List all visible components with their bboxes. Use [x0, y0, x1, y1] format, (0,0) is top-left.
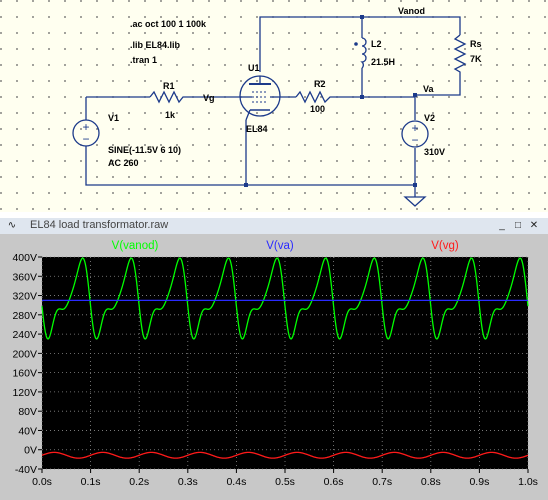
y-tick-label: 80V [18, 406, 37, 418]
legend-entry-vvanod[interactable]: V(vanod) [112, 240, 159, 252]
u1-name[interactable]: U1 [248, 63, 260, 73]
directive-tran[interactable]: .tran 1 [130, 55, 157, 65]
x-tick-label: 0.4s [226, 476, 246, 488]
rs-name[interactable]: Rs [470, 39, 482, 49]
l2-value[interactable]: 21.5H [371, 57, 395, 67]
y-tick-label: 400V [12, 252, 37, 264]
waveform-app-icon: ∿ [7, 220, 17, 231]
legend-entry-vvg[interactable]: V(vg) [431, 240, 459, 252]
directive-ac[interactable]: .ac oct 100 1 100k [130, 19, 207, 29]
x-tick-label: 0.7s [372, 476, 392, 488]
schematic-editor[interactable]: .ac oct 100 1 100k .lib EL84.lib .tran 1… [0, 0, 548, 212]
x-tick-label: 0.0s [32, 476, 52, 488]
x-tick-label: 0.9s [469, 476, 489, 488]
y-tick-label: 360V [12, 271, 37, 283]
rs-value[interactable]: 7K [470, 54, 482, 64]
v1-name[interactable]: V1 [108, 113, 119, 123]
legend-entry-vva[interactable]: V(va) [266, 240, 294, 252]
y-tick-label: 320V [12, 291, 37, 303]
waveform-window-title: EL84 load transformator.raw [30, 219, 169, 231]
net-label-vg[interactable]: Vg [203, 93, 215, 103]
r1-value[interactable]: 1k [165, 110, 176, 120]
waveform-plot[interactable]: 400V 360V 320V 280V 240V 200V 160V 120V 80V 40V 0V… [0, 234, 548, 500]
net-label-va[interactable]: Va [423, 84, 435, 94]
v2-value[interactable]: 310V [424, 147, 445, 157]
u1-model[interactable]: EL84 [246, 124, 268, 134]
v1-value-line1[interactable]: SINE(-11.5V 6 10) [108, 145, 181, 155]
r2-value[interactable]: 100 [310, 104, 325, 114]
y-tick-label: 280V [12, 310, 37, 322]
y-tick-label: 0V [24, 445, 37, 457]
x-tick-label: 0.3s [178, 476, 198, 488]
y-tick-label: -40V [15, 464, 37, 476]
x-tick-label: 1.0s [518, 476, 538, 488]
x-tick-label: 0.8s [421, 476, 441, 488]
net-label-vanod[interactable]: Vanod [398, 6, 425, 16]
maximize-button[interactable]: □ [512, 220, 524, 231]
directive-lib[interactable]: .lib EL84.lib [130, 40, 181, 50]
y-tick-label: 200V [12, 348, 37, 360]
svg-text:−: − [82, 132, 89, 146]
x-tick-label: 0.1s [81, 476, 101, 488]
v1-value-line2[interactable]: AC 260 [108, 158, 139, 168]
r2-name[interactable]: R2 [314, 79, 326, 89]
svg-text:−: − [411, 133, 418, 147]
x-tick-label: 0.2s [129, 476, 149, 488]
y-tick-label: 120V [12, 387, 37, 399]
r1-name[interactable]: R1 [163, 81, 175, 91]
close-button[interactable]: ✕ [528, 220, 540, 231]
x-tick-label: 0.5s [275, 476, 295, 488]
v2-name[interactable]: V2 [424, 113, 435, 123]
waveform-titlebar[interactable]: ∿ EL84 load transformator.raw _ □ ✕ [0, 218, 548, 235]
minimize-button[interactable]: _ [496, 220, 508, 231]
x-tick-label: 0.6s [324, 476, 344, 488]
y-tick-label: 240V [12, 329, 37, 341]
y-tick-label: 40V [18, 425, 37, 437]
y-tick-label: 160V [12, 368, 37, 380]
waveform-window[interactable]: ∿ EL84 load transformator.raw _ □ ✕ 400V… [0, 218, 548, 500]
l2-name[interactable]: L2 [371, 39, 382, 49]
